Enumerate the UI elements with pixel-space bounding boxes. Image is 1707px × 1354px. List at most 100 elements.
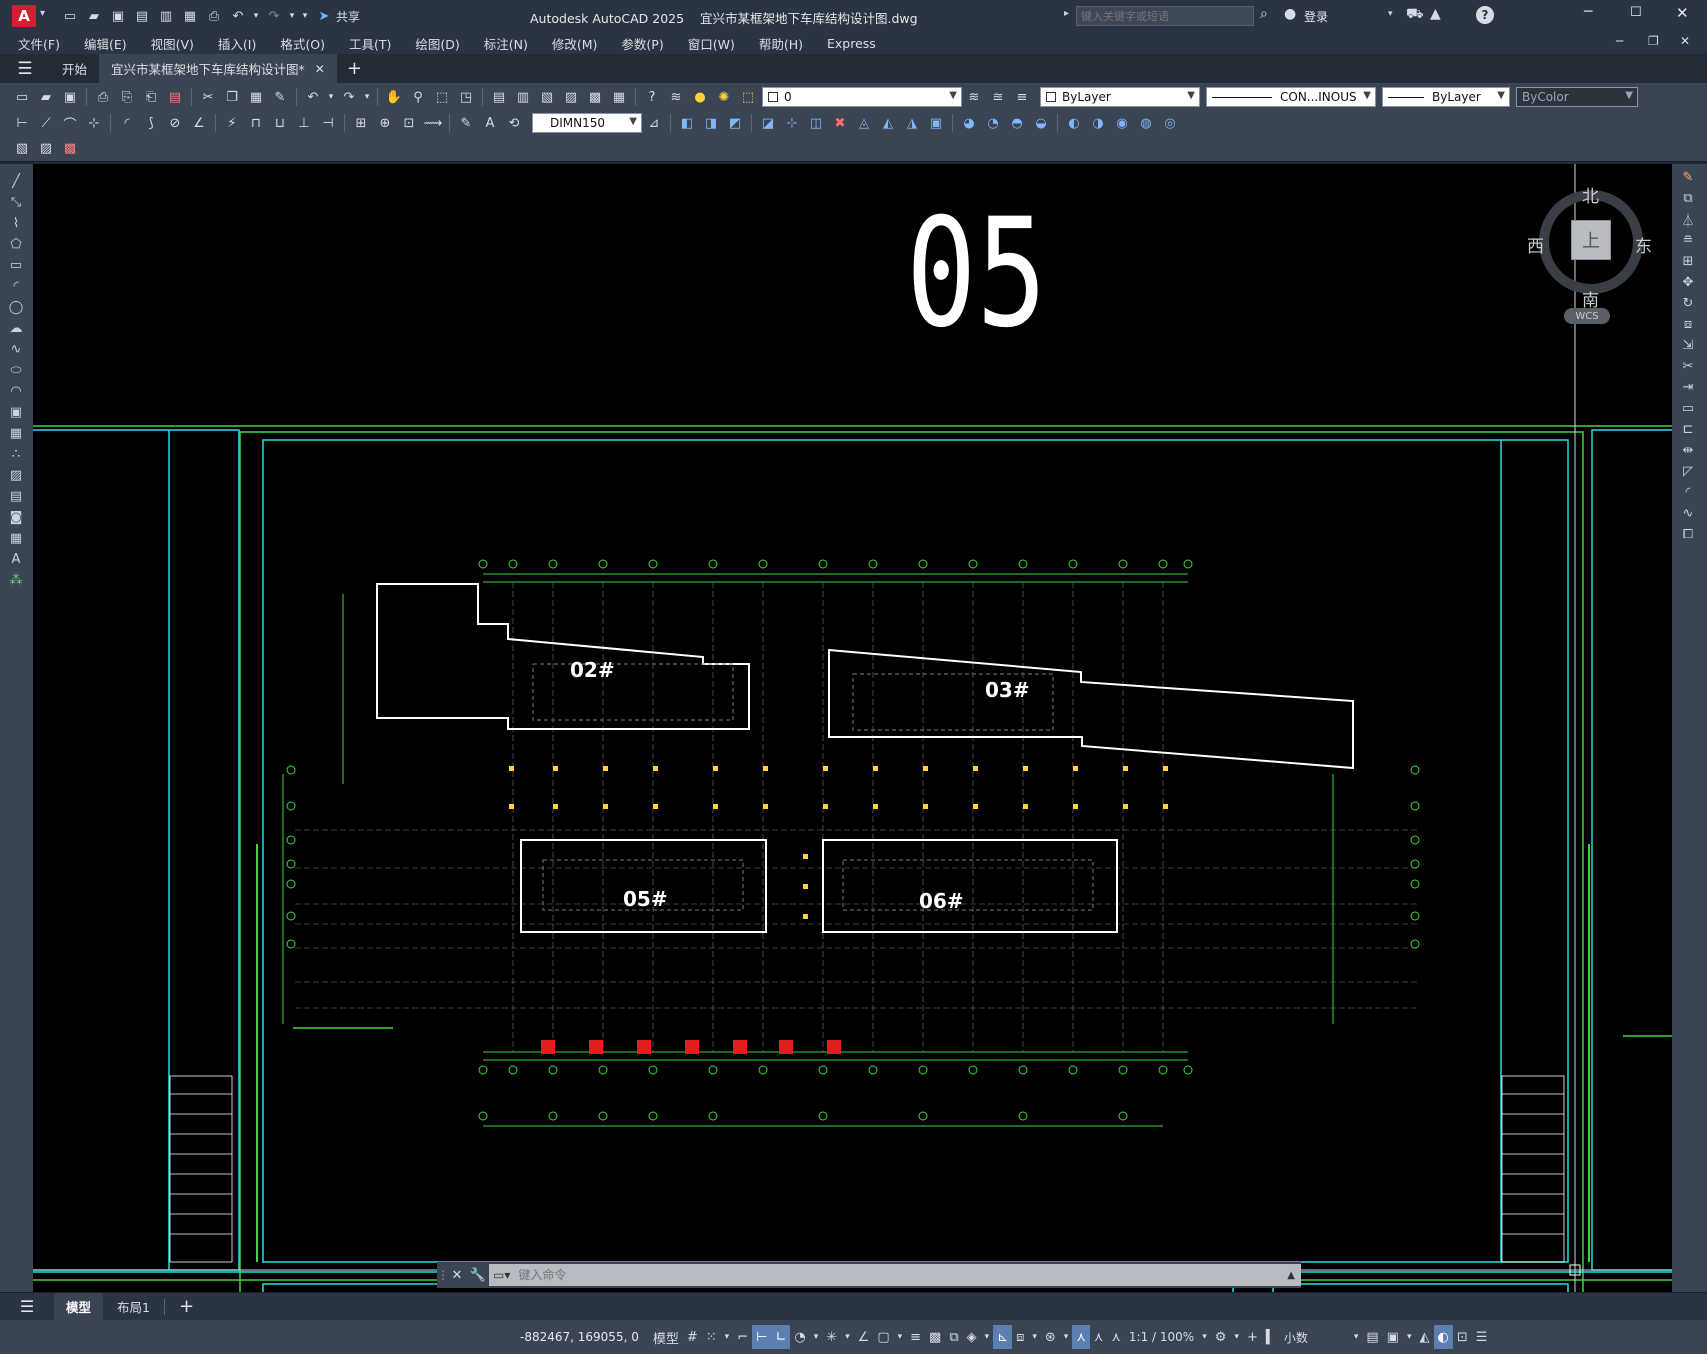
add-selected-icon[interactable]: ⁂ <box>5 570 27 590</box>
ucs-origin-icon[interactable]: ◮ <box>901 113 923 133</box>
match-properties-icon[interactable]: ✎ <box>269 87 291 107</box>
ucs-zaxis-icon[interactable]: ▣ <box>925 113 947 133</box>
annotation-scale-icon[interactable]: ⋏ <box>1107 1325 1125 1349</box>
undo-dropdown-icon[interactable]: ▾ <box>326 87 336 107</box>
publish-icon[interactable]: ⎗ <box>140 87 162 107</box>
jogged-dim-icon[interactable]: ⟆ <box>140 113 162 133</box>
properties-icon[interactable]: ▤ <box>488 87 510 107</box>
hatch-icon[interactable]: ▨ <box>5 465 27 485</box>
annotation-monitor-icon[interactable]: + <box>1243 1325 1262 1349</box>
polygon-icon[interactable]: ⬠ <box>5 234 27 254</box>
viewcube[interactable]: 上 北 南 西 东 <box>1527 182 1655 311</box>
layer-previous-icon[interactable]: ≊ <box>987 87 1009 107</box>
share-label[interactable]: 共享 <box>336 8 360 25</box>
3d-osnap-icon[interactable]: ◈ <box>963 1325 981 1349</box>
gizmo-icon[interactable]: ⊛ <box>1041 1325 1060 1349</box>
point-icon[interactable]: ∴ <box>5 444 27 464</box>
center-mark-icon[interactable]: ⊕ <box>374 113 396 133</box>
menu-tools[interactable]: 工具(T) <box>337 34 403 53</box>
arc-icon[interactable]: ◜ <box>5 276 27 296</box>
copy-icon[interactable]: ❐ <box>221 87 243 107</box>
annotation-visibility-icon[interactable]: ⋏ <box>1072 1325 1090 1349</box>
polyline-icon[interactable]: ⌇ <box>5 213 27 233</box>
modeling-cone-icon[interactable]: ◩ <box>724 113 746 133</box>
dynamic-ucs-icon[interactable]: ⊾ <box>993 1325 1013 1349</box>
hardware-acceleration-icon[interactable]: ◐ <box>1433 1325 1453 1349</box>
polar-tracking-icon[interactable]: ◔ <box>790 1325 809 1349</box>
solid-union-icon[interactable]: ◕ <box>958 113 980 133</box>
menu-modify[interactable]: 修改(M) <box>540 34 610 53</box>
open-icon[interactable]: ▰ <box>35 87 57 107</box>
rectangle-icon[interactable]: ▭ <box>5 255 27 275</box>
tab-layout1[interactable]: 布局1 <box>103 1293 164 1320</box>
array-icon[interactable]: ⊞ <box>1677 251 1699 271</box>
extend-icon[interactable]: ⇥ <box>1677 377 1699 397</box>
chamfer-icon[interactable]: ◸ <box>1677 461 1699 481</box>
make-current-layer-icon[interactable]: ≋ <box>963 87 985 107</box>
coordinates-readout[interactable]: -882467, 169055, 0 <box>520 1330 639 1344</box>
jogged-linear-icon[interactable]: ⟿ <box>422 113 444 133</box>
dim-style-manager-icon[interactable]: ⊿ <box>643 113 665 133</box>
gizmo-dropdown-icon[interactable]: ▾ <box>1060 1325 1073 1349</box>
fillet-icon[interactable]: ◜ <box>1677 482 1699 502</box>
search-expand-icon[interactable]: ▸ <box>1064 8 1069 19</box>
lock-ui-dropdown-icon[interactable]: ▾ <box>1403 1325 1416 1349</box>
region-icon[interactable]: ◙ <box>5 507 27 527</box>
open-icon[interactable]: ▰ <box>83 6 105 26</box>
revision-cloud-icon[interactable]: ☁ <box>5 318 27 338</box>
isodraft-dropdown-icon[interactable]: ▾ <box>841 1325 854 1349</box>
line-icon[interactable]: ╱ <box>5 171 27 191</box>
annotation-scale-dropdown-icon[interactable]: ▾ <box>1198 1325 1211 1349</box>
inspect-icon[interactable]: ⊡ <box>398 113 420 133</box>
radius-dim-icon[interactable]: ◜ <box>116 113 138 133</box>
tab-model[interactable]: 模型 <box>54 1293 104 1320</box>
diameter-dim-icon[interactable]: ⊘ <box>164 113 186 133</box>
spline-icon[interactable]: ∿ <box>5 339 27 359</box>
visual-style-icon[interactable]: ◍ <box>1135 113 1157 133</box>
ucs-object-icon[interactable]: ◬ <box>853 113 875 133</box>
lineweight-dropdown[interactable]: ByLayer ▼ <box>1382 87 1510 107</box>
zoom-previous-icon[interactable]: ◳ <box>455 87 477 107</box>
baseline-dim-icon[interactable]: ⊓ <box>245 113 267 133</box>
clean-screen-icon[interactable]: ⊡ <box>1453 1325 1472 1349</box>
doc-minimize-icon[interactable]: ─ <box>1616 34 1623 48</box>
modeling-box-icon[interactable]: ◧ <box>676 113 698 133</box>
lights-icon[interactable]: ◉ <box>1111 113 1133 133</box>
bring-to-front-icon[interactable]: ▧ <box>11 139 33 159</box>
menu-express[interactable]: Express <box>815 36 888 51</box>
ucs-world-icon[interactable]: ⊹ <box>781 113 803 133</box>
drawing-canvas[interactable]: 05 02# 03# 05# 06# 上 北 南 西 东 WCS ⋮ ✕ 🔧 ▭… <box>33 164 1672 1292</box>
selection-filter-icon[interactable]: ⧈ <box>1012 1325 1028 1349</box>
ucs-face-icon[interactable]: ✖ <box>829 113 851 133</box>
make-block-icon[interactable]: ▦ <box>5 423 27 443</box>
redo-icon[interactable]: ↷ <box>338 87 360 107</box>
table-icon[interactable]: ▦ <box>5 528 27 548</box>
move-icon[interactable]: ✥ <box>1677 272 1699 292</box>
command-input-box[interactable]: ▭▾ ▲ <box>489 1264 1301 1286</box>
continue-dim-icon[interactable]: ⊔ <box>269 113 291 133</box>
pan-icon[interactable]: ✋ <box>383 87 405 107</box>
dim-update-icon[interactable]: ⟲ <box>503 113 525 133</box>
break-dim-icon[interactable]: ⊣ <box>317 113 339 133</box>
stretch-icon[interactable]: ⇲ <box>1677 335 1699 355</box>
construction-line-icon[interactable]: ⤡ <box>5 192 27 212</box>
ucs-icon[interactable]: ◪ <box>757 113 779 133</box>
aligned-dim-icon[interactable]: ⟋ <box>35 113 57 133</box>
command-grip-icon[interactable]: ⋮ <box>437 1268 449 1282</box>
multiline-text-icon[interactable]: A <box>5 549 27 569</box>
arc-length-icon[interactable]: ⌒ <box>59 113 81 133</box>
layer-thaw-icon[interactable]: ✺ <box>713 87 735 107</box>
solid-subtract-icon[interactable]: ◔ <box>982 113 1004 133</box>
menu-draw[interactable]: 绘图(D) <box>403 34 471 53</box>
layer-state-icon[interactable]: ≡ <box>1011 87 1033 107</box>
linetype-dropdown[interactable]: CON...INOUS ▼ <box>1206 87 1376 107</box>
selection-filter-dropdown-icon[interactable]: ▾ <box>1028 1325 1041 1349</box>
new-tab-icon[interactable]: + <box>347 58 362 79</box>
ucs-view-icon[interactable]: ◭ <box>877 113 899 133</box>
polar-dropdown-icon[interactable]: ▾ <box>810 1325 823 1349</box>
infer-constraints-icon[interactable]: ⌐ <box>733 1325 752 1349</box>
lock-ui-icon[interactable]: ▣ <box>1383 1325 1403 1349</box>
menu-window[interactable]: 窗口(W) <box>676 34 747 53</box>
command-input[interactable] <box>510 1265 1288 1285</box>
transparency-icon[interactable]: ▩ <box>925 1325 945 1349</box>
